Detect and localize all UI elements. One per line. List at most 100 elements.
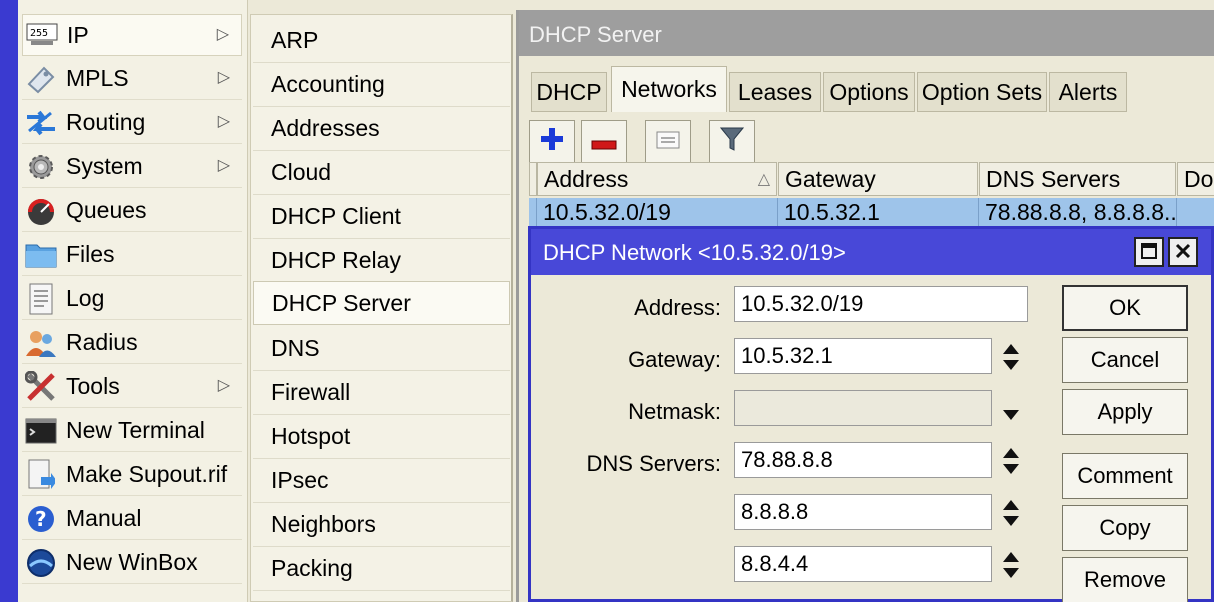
submenu-item-firewall[interactable]: Firewall bbox=[253, 371, 510, 415]
menu-item-queues[interactable]: Queues bbox=[22, 190, 242, 232]
close-icon bbox=[1174, 239, 1192, 266]
queues-icon bbox=[24, 194, 58, 228]
log-icon bbox=[24, 282, 58, 316]
filter-icon bbox=[719, 126, 745, 158]
submenu-item-arp[interactable]: ARP bbox=[253, 19, 510, 63]
submenu-item-addresses[interactable]: Addresses bbox=[253, 107, 510, 151]
folder-icon bbox=[24, 238, 58, 272]
menu-item-system[interactable]: System ▷ bbox=[22, 146, 242, 188]
table-row-marker-header bbox=[529, 162, 537, 196]
chevron-right-icon: ▷ bbox=[217, 69, 230, 86]
maximize-button[interactable] bbox=[1134, 237, 1164, 267]
column-header-gateway[interactable]: Gateway bbox=[778, 162, 978, 196]
submenu-item-dns[interactable]: DNS bbox=[253, 327, 510, 371]
dns-1-spinner-icon[interactable] bbox=[1001, 446, 1021, 476]
submenu-item-dhcp-server[interactable]: DHCP Server bbox=[253, 281, 510, 325]
svg-text:?: ? bbox=[35, 507, 47, 531]
tab-dhcp[interactable]: DHCP bbox=[531, 72, 607, 112]
menu-item-ip[interactable]: 255 IP ▷ bbox=[22, 14, 242, 56]
submenu-item-dhcp-relay[interactable]: DHCP Relay bbox=[253, 239, 510, 283]
winbox-icon bbox=[24, 546, 58, 580]
tab-options[interactable]: Options bbox=[823, 72, 915, 112]
column-header-dns-servers[interactable]: DNS Servers bbox=[979, 162, 1176, 196]
gateway-field[interactable] bbox=[734, 338, 992, 374]
tab-networks[interactable]: Networks bbox=[611, 66, 727, 112]
submenu-item-cloud[interactable]: Cloud bbox=[253, 151, 510, 195]
filter-button[interactable] bbox=[709, 120, 755, 164]
ip-icon: 255 bbox=[25, 18, 59, 52]
menu-item-new-winbox[interactable]: New WinBox bbox=[22, 542, 242, 584]
menu-item-manual[interactable]: ? Manual bbox=[22, 498, 242, 540]
dns-2-spinner-icon[interactable] bbox=[1001, 498, 1021, 528]
menu-item-label: System bbox=[66, 153, 143, 179]
menu-item-label: Radius bbox=[66, 329, 138, 355]
menu-item-routing[interactable]: Routing ▷ bbox=[22, 102, 242, 144]
menu-item-log[interactable]: Log bbox=[22, 278, 242, 320]
dns-server-field-1[interactable] bbox=[734, 442, 992, 478]
remove-button[interactable]: Remove bbox=[1062, 557, 1188, 602]
menu-item-label: Log bbox=[66, 285, 105, 311]
gateway-spinner-icon[interactable] bbox=[1001, 342, 1021, 372]
row-marker bbox=[529, 198, 537, 226]
menu-item-make-supout[interactable]: Make Supout.rif bbox=[22, 454, 242, 496]
menu-item-label: Queues bbox=[66, 197, 147, 223]
menu-item-label: Routing bbox=[66, 109, 146, 135]
menu-item-radius[interactable]: Radius bbox=[22, 322, 242, 364]
cancel-button[interactable]: Cancel bbox=[1062, 337, 1188, 383]
chevron-right-icon: ▷ bbox=[217, 377, 230, 394]
dns-server-field-3[interactable] bbox=[734, 546, 992, 582]
menu-item-files[interactable]: Files bbox=[22, 234, 242, 276]
mpls-icon bbox=[24, 62, 58, 96]
ok-button[interactable]: OK bbox=[1062, 285, 1188, 331]
submenu-item-packing[interactable]: Packing bbox=[253, 547, 510, 591]
window-title[interactable]: DHCP Server bbox=[519, 10, 1214, 56]
svg-text:255: 255 bbox=[30, 28, 48, 39]
dialog-title[interactable]: DHCP Network <10.5.32.0/19> bbox=[531, 229, 1211, 275]
menu-item-label: New WinBox bbox=[66, 549, 198, 575]
netmask-label: Netmask: bbox=[628, 399, 721, 424]
menu-item-new-terminal[interactable]: New Terminal bbox=[22, 410, 242, 452]
ip-submenu: ARP Accounting Addresses Cloud DHCP Clie… bbox=[250, 14, 513, 602]
menu-item-mpls[interactable]: MPLS ▷ bbox=[22, 58, 242, 100]
add-button[interactable] bbox=[529, 120, 575, 164]
close-button[interactable] bbox=[1168, 237, 1198, 267]
submenu-item-hotspot[interactable]: Hotspot bbox=[253, 415, 510, 459]
dns-server-field-2[interactable] bbox=[734, 494, 992, 530]
address-label: Address: bbox=[634, 295, 721, 320]
column-header-domain[interactable]: Dor bbox=[1177, 162, 1214, 196]
tab-option-sets[interactable]: Option Sets bbox=[917, 72, 1047, 112]
copy-button[interactable]: Copy bbox=[1062, 505, 1188, 551]
menu-item-label: Manual bbox=[66, 505, 142, 531]
remove-icon bbox=[591, 129, 617, 156]
submenu-item-ipsec[interactable]: IPsec bbox=[253, 459, 510, 503]
side-banner bbox=[0, 0, 18, 602]
cell-gateway: 10.5.32.1 bbox=[778, 198, 979, 226]
cell-address: 10.5.32.0/19 bbox=[537, 198, 778, 226]
comment-button[interactable] bbox=[645, 120, 691, 164]
apply-button[interactable]: Apply bbox=[1062, 389, 1188, 435]
menu-item-label: MPLS bbox=[66, 65, 129, 91]
comment-button[interactable]: Comment bbox=[1062, 453, 1188, 499]
dhcp-network-dialog: DHCP Network <10.5.32.0/19> Address: Gat… bbox=[528, 226, 1214, 602]
menu-item-label: Files bbox=[66, 241, 115, 267]
submenu-item-accounting[interactable]: Accounting bbox=[253, 63, 510, 107]
gear-icon bbox=[24, 150, 58, 184]
address-field[interactable] bbox=[734, 286, 1028, 322]
netmask-field[interactable] bbox=[734, 390, 992, 426]
remove-button[interactable] bbox=[581, 120, 627, 164]
submenu-item-dhcp-client[interactable]: DHCP Client bbox=[253, 195, 510, 239]
maximize-icon bbox=[1140, 239, 1158, 266]
tab-alerts[interactable]: Alerts bbox=[1049, 72, 1127, 112]
dns-servers-label: DNS Servers: bbox=[586, 451, 721, 476]
column-header-address[interactable]: Address △ bbox=[537, 162, 777, 196]
menu-item-label: New Terminal bbox=[66, 417, 205, 443]
chevron-right-icon: ▷ bbox=[217, 157, 230, 174]
comment-icon bbox=[655, 128, 681, 156]
chevron-down-icon[interactable] bbox=[1001, 401, 1021, 420]
tab-leases[interactable]: Leases bbox=[729, 72, 821, 112]
menu-item-tools[interactable]: Tools ▷ bbox=[22, 366, 242, 408]
gateway-label: Gateway: bbox=[628, 347, 721, 372]
dns-3-spinner-icon[interactable] bbox=[1001, 550, 1021, 580]
chevron-right-icon: ▷ bbox=[216, 26, 229, 43]
submenu-item-neighbors[interactable]: Neighbors bbox=[253, 503, 510, 547]
